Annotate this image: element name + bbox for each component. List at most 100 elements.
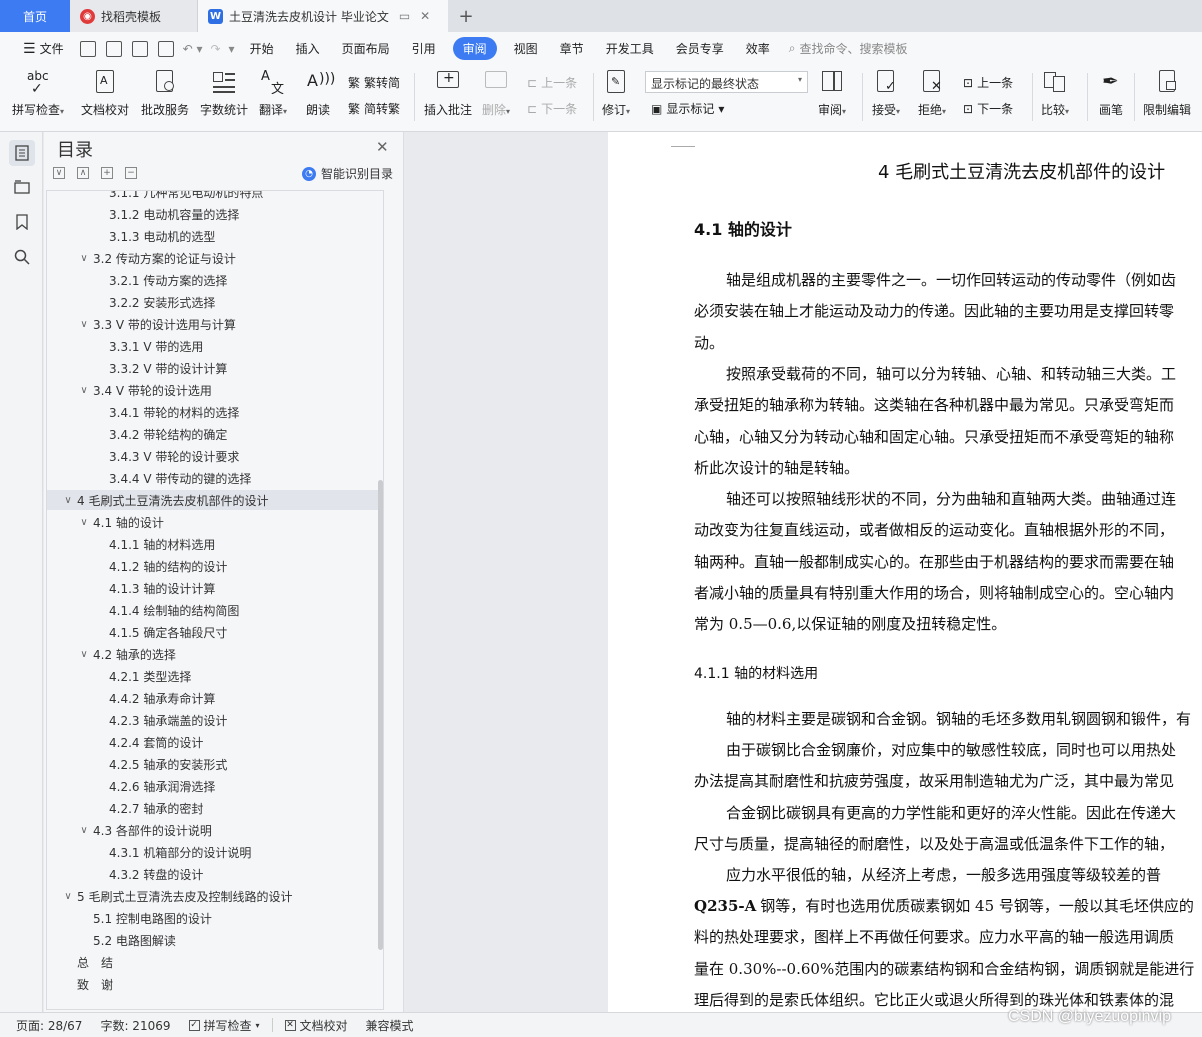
simp-to-trad-button[interactable]: 繁简转繁 [348, 100, 400, 117]
expand-up-icon[interactable]: ∧ [77, 167, 89, 179]
toc-item[interactable]: 3.4.1 带轮的材料的选择 [47, 402, 381, 422]
trad-to-simp-button[interactable]: 繁繁转简 [348, 74, 400, 91]
tab-document[interactable]: W 土豆清洗去皮机设计 毕业论文 ▭ ✕ [198, 0, 448, 32]
toc-item[interactable]: 4.2.7 轴承的密封 [47, 798, 381, 818]
chevron-down-icon[interactable]: ∨ [77, 253, 91, 264]
print-preview-icon[interactable] [157, 40, 174, 57]
remove-heading-icon[interactable]: − [125, 167, 137, 179]
menu-chapter[interactable]: 章节 [549, 40, 595, 57]
add-heading-icon[interactable]: + [101, 167, 113, 179]
toc-item[interactable]: 3.4.3 V 带轮的设计要求 [47, 446, 381, 466]
toc-item[interactable]: 致 谢 [47, 974, 381, 994]
toc-item[interactable]: ∨ 4 毛刷式土豆清洗去皮机部件的设计 [47, 490, 381, 510]
toc-item[interactable]: 3.2.2 安装形式选择 [47, 292, 381, 312]
toc-item[interactable]: ∨ 3.2 传动方案的论证与设计 [47, 248, 381, 268]
menu-review[interactable]: 审阅 [452, 37, 497, 60]
restrict-edit-button[interactable]: 限制编辑 [1143, 69, 1191, 118]
toc-item[interactable]: ∨ 4.1 轴的设计 [47, 512, 381, 532]
toc-item[interactable]: 4.2.5 轴承的安装形式 [47, 754, 381, 774]
toc-item[interactable]: 3.3.1 V 带的选用 [47, 336, 381, 356]
toc-item[interactable]: 4.1.2 轴的结构的设计 [47, 556, 381, 576]
toc-item[interactable]: 4.4.2 轴承寿命计算 [47, 688, 381, 708]
toc-item[interactable]: 总 结 [47, 952, 381, 972]
new-tab-button[interactable]: + [448, 0, 484, 32]
print-icon[interactable] [131, 40, 148, 57]
chevron-down-icon[interactable]: ∨ [77, 319, 91, 330]
page-indicator[interactable]: 页面: 28/67 [10, 1017, 88, 1034]
toc-item[interactable]: ∨ 3.3 V 带的设计选用与计算 [47, 314, 381, 334]
undo-icon[interactable]: ↶ ▾ [179, 42, 207, 56]
toc-scrollbar[interactable] [378, 480, 383, 950]
toc-item[interactable]: 4.3.1 机箱部分的设计说明 [47, 842, 381, 862]
toc-item[interactable]: 5.1 控制电路图的设计 [47, 908, 381, 928]
next-change-button[interactable]: ⊡ 下一条 [963, 100, 1013, 117]
reject-button[interactable]: ✕ 拒绝▾ [918, 69, 946, 118]
menu-start[interactable]: 开始 [239, 40, 285, 57]
pen-button[interactable]: ✒ 画笔 [1098, 69, 1124, 118]
chevron-down-icon[interactable]: ∨ [77, 825, 91, 836]
menu-efficiency[interactable]: 效率 [735, 40, 781, 57]
find-icon[interactable] [9, 244, 35, 270]
chevron-down-icon[interactable]: ∨ [77, 517, 91, 528]
toc-item[interactable]: 3.2.1 传动方案的选择 [47, 270, 381, 290]
tab-restore-icon[interactable]: ▭ [399, 9, 410, 23]
close-icon[interactable]: ✕ [376, 138, 389, 156]
word-count-button[interactable]: 字数统计 [200, 69, 248, 118]
toc-item[interactable]: 3.1.2 电动机容量的选择 [47, 204, 381, 224]
toc-panel-icon[interactable] [9, 140, 35, 166]
toc-item[interactable]: 3.3.2 V 带的设计计算 [47, 358, 381, 378]
quick-access-more-icon[interactable]: ▾ [225, 42, 239, 56]
toc-item[interactable]: 3.1.3 电动机的选型 [47, 226, 381, 246]
accept-button[interactable]: ✓ 接受▾ [872, 69, 900, 118]
toc-item[interactable]: 5.2 电路图解读 [47, 930, 381, 950]
menu-references[interactable]: 引用 [401, 40, 447, 57]
next-comment-button[interactable]: ⊏ 下一条 [527, 100, 577, 117]
tab-home[interactable]: 首页 [0, 0, 70, 32]
markup-state-select[interactable]: 显示标记的最终状态 ▾ [645, 71, 808, 93]
file-menu[interactable]: ☰ 文件 [12, 40, 75, 57]
redo-icon[interactable]: ↷ [206, 42, 224, 56]
toc-item[interactable]: 4.2.4 套筒的设计 [47, 732, 381, 752]
toc-item[interactable]: ∨ 5 毛刷式土豆清洗去皮及控制线路的设计 [47, 886, 381, 906]
prev-change-button[interactable]: ⊡ 上一条 [963, 74, 1013, 91]
compare-button[interactable]: 比较▾ [1041, 69, 1069, 118]
menu-developer[interactable]: 开发工具 [595, 40, 665, 57]
tab-templates[interactable]: ◉ 找稻壳模板 [70, 0, 198, 32]
spell-check-button[interactable]: abc ✓ 拼写检查▾ [12, 69, 64, 118]
chapter-nav-icon[interactable] [9, 174, 35, 200]
delete-comment-button[interactable]: 删除▾ [482, 69, 510, 118]
toc-item[interactable]: 4.1.3 轴的设计计算 [47, 578, 381, 598]
toc-item[interactable]: 4.2.3 轴承端盖的设计 [47, 710, 381, 730]
chevron-down-icon[interactable]: ∨ [61, 891, 75, 902]
translate-button[interactable]: A文 翻译▾ [259, 69, 287, 118]
menu-member[interactable]: 会员专享 [665, 40, 735, 57]
toc-item[interactable]: ∨ 4.2 轴承的选择 [47, 644, 381, 664]
menu-page-layout[interactable]: 页面布局 [331, 40, 401, 57]
status-spell-check[interactable]: ✓ 拼写检查 ▾ [183, 1017, 266, 1034]
bookmark-icon[interactable] [9, 209, 35, 235]
tab-close-icon[interactable]: ✕ [420, 9, 430, 23]
status-doc-proof[interactable]: ✕ 文档校对 [279, 1017, 354, 1034]
toc-item[interactable]: 3.4.2 带轮结构的确定 [47, 424, 381, 444]
toc-item[interactable]: ∨ 3.4 V 带轮的设计选用 [47, 380, 381, 400]
prev-comment-button[interactable]: ⊏ 上一条 [527, 74, 577, 91]
command-search[interactable]: ⌕ 查找命令、搜索模板 [789, 40, 908, 57]
track-changes-button[interactable]: ✎ 修订▾ [602, 69, 630, 118]
doc-proof-button[interactable]: A 文档校对 [81, 69, 129, 118]
read-aloud-button[interactable]: A))) 朗读 [305, 69, 335, 118]
show-markup-button[interactable]: ▣ 显示标记 ▾ [651, 100, 724, 117]
toc-item[interactable]: 4.1.4 绘制轴的结构简图 [47, 600, 381, 620]
batch-service-button[interactable]: 批改服务 [141, 69, 189, 118]
toc-item[interactable]: 4.3.2 转盘的设计 [47, 864, 381, 884]
toc-item[interactable]: 3.1.1 几种常见电动机的特点 [47, 191, 381, 202]
chevron-down-icon[interactable]: ∨ [77, 649, 91, 660]
menu-view[interactable]: 视图 [503, 40, 549, 57]
toc-item[interactable]: 4.1.5 确定各轴段尺寸 [47, 622, 381, 642]
smart-toc-button[interactable]: ◔ 智能识别目录 [302, 165, 393, 182]
toc-item[interactable]: 4.2.1 类型选择 [47, 666, 381, 686]
chevron-down-icon[interactable]: ∨ [61, 495, 75, 506]
chevron-down-icon[interactable]: ∨ [77, 385, 91, 396]
review-pane-button[interactable]: 审阅▾ [818, 69, 846, 118]
toc-item[interactable]: 4.1.1 轴的材料选用 [47, 534, 381, 554]
save-icon[interactable] [79, 40, 96, 57]
